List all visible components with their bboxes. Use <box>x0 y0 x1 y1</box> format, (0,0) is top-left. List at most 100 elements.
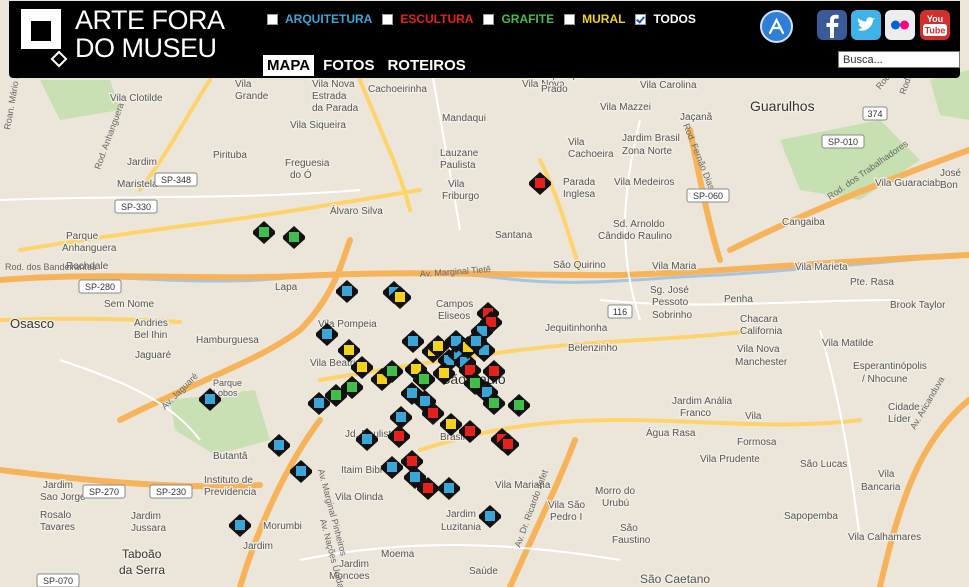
place-label: Vila Medeiros <box>614 177 674 188</box>
place-label: Vila Matilde <box>822 338 874 349</box>
place-label: Pessoto <box>652 297 689 308</box>
place-label: Vila Maria <box>652 261 697 272</box>
place-label: José <box>940 168 962 179</box>
place-label: Bel Ihin <box>134 330 167 341</box>
place-label: Líder <box>888 414 911 425</box>
svg-text:SP-070: SP-070 <box>43 576 73 586</box>
place-label: Faustino <box>612 535 651 546</box>
place-label: Sapopemba <box>784 511 838 522</box>
place-label: São Quirino <box>553 260 606 271</box>
filter-escultura[interactable]: ESCULTURA <box>382 12 473 26</box>
highway-shield: SP-010 <box>821 134 865 149</box>
place-label: Santana <box>495 230 533 241</box>
checkbox-mural[interactable] <box>564 13 576 25</box>
map-canvas[interactable]: OsascoGuarulhosSão PauloSantanaLapaPirit… <box>0 0 969 587</box>
place-label: Vila Guaraciaba <box>875 178 946 189</box>
place-label: Vila Marieta <box>795 262 848 273</box>
svg-text:Tube: Tube <box>925 26 946 36</box>
logo-text[interactable]: ARTE FORA DO MUSEU <box>75 6 225 62</box>
place-label: Campos <box>436 299 473 310</box>
svg-text:116: 116 <box>613 307 627 317</box>
place-label: Hamburguesa <box>196 335 259 346</box>
place-label: Sobrinho <box>652 310 692 321</box>
place-label: Friburgo <box>442 191 480 202</box>
header-bar: ARTE FORA DO MUSEU ARQUITETURA ESCULTURA… <box>9 1 960 78</box>
place-label: Vila Prudente <box>700 454 760 465</box>
svg-text:You: You <box>927 14 943 24</box>
place-label: Manchester <box>735 357 788 368</box>
logo-line1: ARTE FORA <box>75 5 225 35</box>
place-label: Vila Siqueira <box>290 120 346 131</box>
filter-label: TODOS <box>653 12 696 26</box>
place-label: Instituto de <box>204 475 253 486</box>
place-label: Urubú <box>602 498 629 509</box>
place-label: Vila <box>448 179 465 190</box>
flickr-icon[interactable] <box>885 10 915 40</box>
youtube-icon[interactable]: You Tube <box>920 10 950 40</box>
category-filters: ARQUITETURA ESCULTURA GRAFITE MURAL TODO… <box>267 10 706 28</box>
main-nav: MAPA FOTOS ROTEIROS <box>263 55 475 76</box>
place-label: Cachoeirinha <box>368 84 427 95</box>
place-label: Zona Norte <box>622 146 672 157</box>
place-label: Jardim Anália <box>672 396 732 407</box>
place-label: Rosalo <box>40 510 72 521</box>
place-label: Eliseos <box>438 311 470 322</box>
place-label: São Caetano <box>640 572 710 586</box>
place-label: Taboão <box>122 547 162 561</box>
nav-mapa[interactable]: MAPA <box>263 55 315 76</box>
nav-fotos[interactable]: FOTOS <box>319 55 378 76</box>
svg-text:SP-348: SP-348 <box>161 175 191 185</box>
nav-roteiros[interactable]: ROTEIROS <box>383 55 469 76</box>
svg-text:SP-280: SP-280 <box>85 282 115 292</box>
place-label: Jardim <box>131 511 161 522</box>
logo-line2: DO MUSEU <box>75 33 217 63</box>
checkbox-escultura[interactable] <box>382 13 394 25</box>
place-label: Parada <box>563 177 596 188</box>
checkbox-todos[interactable] <box>635 13 647 25</box>
filter-grafite[interactable]: GRAFITE <box>483 12 554 26</box>
checkbox-grafite[interactable] <box>483 13 495 25</box>
place-label: Brook Taylor <box>890 300 946 311</box>
place-label: da Serra <box>119 563 165 577</box>
place-label: Pte. Rasa <box>850 277 894 288</box>
place-label: Belenzinho <box>568 343 618 354</box>
place-label: Prado <box>541 84 568 95</box>
svg-text:SP-270: SP-270 <box>89 487 119 497</box>
place-label: Osasco <box>10 316 54 331</box>
place-label: Morro do <box>595 486 635 497</box>
place-label: Lapa <box>275 282 298 293</box>
place-label: Chacara <box>740 314 778 325</box>
filter-mural[interactable]: MURAL <box>564 12 625 26</box>
place-label: Álvaro Silva <box>330 204 383 217</box>
svg-text:SP-010: SP-010 <box>828 137 858 147</box>
place-label: Vila Calhamares <box>848 532 921 543</box>
place-label: Vila Mazzei <box>600 102 651 113</box>
highway-shield: SP-270 <box>82 484 126 499</box>
twitter-icon[interactable] <box>851 10 881 40</box>
filter-todos[interactable]: TODOS <box>635 12 696 26</box>
place-label: Jardim <box>446 509 476 520</box>
svg-text:SP-330: SP-330 <box>121 202 151 212</box>
place-label: Parque <box>213 378 242 388</box>
place-label: Guarulhos <box>750 98 815 114</box>
checkbox-arquitetura[interactable] <box>267 13 278 25</box>
filter-arquitetura[interactable]: ARQUITETURA <box>267 12 372 26</box>
logo-icon <box>21 9 68 68</box>
facebook-icon[interactable] <box>817 10 847 40</box>
place-label: Cidade <box>888 402 920 413</box>
place-label: Penha <box>724 294 753 305</box>
place-label: Butantã <box>213 451 248 462</box>
filter-label: ARQUITETURA <box>285 12 373 26</box>
place-label: Jequitinhonha <box>545 323 608 334</box>
place-label: Saúde <box>469 566 498 577</box>
place-label: Jaguaré <box>135 350 172 361</box>
svg-text:SP-060: SP-060 <box>693 191 723 201</box>
place-label: Sem Nome <box>104 299 154 310</box>
search-input[interactable] <box>838 51 960 68</box>
place-label: / Nhocune <box>862 374 908 385</box>
place-label: Sd. Arnoldo <box>613 219 665 230</box>
place-label: Jardim <box>127 157 157 168</box>
place-label: Bancaria <box>861 482 901 493</box>
app-store-icon[interactable] <box>760 10 793 43</box>
place-label: Sao Jorge <box>40 492 86 503</box>
